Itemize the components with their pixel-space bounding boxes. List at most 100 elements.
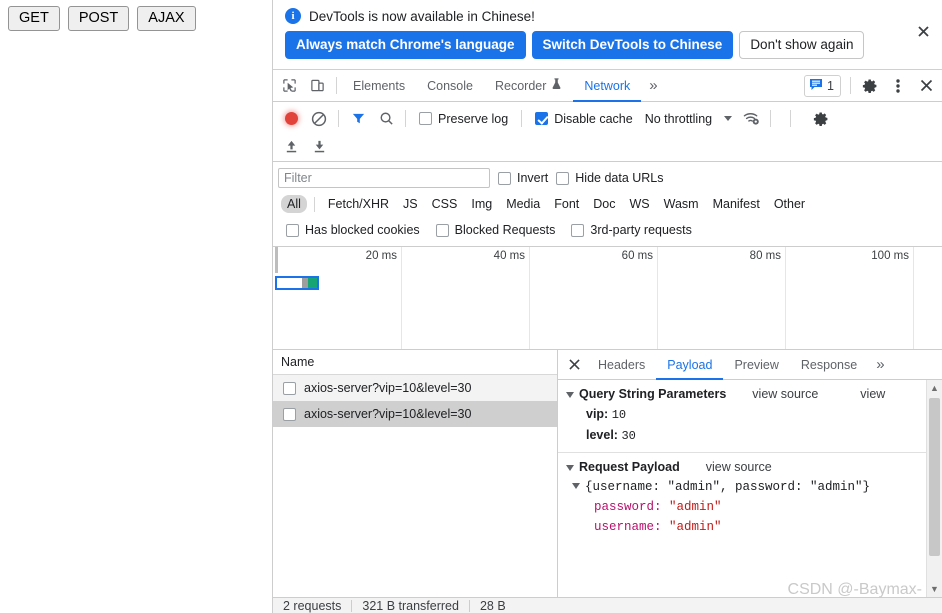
- ajax-button[interactable]: AJAX: [137, 6, 196, 31]
- type-filter-img[interactable]: Img: [465, 195, 498, 213]
- record-stop-icon[interactable]: [278, 106, 304, 132]
- close-details-icon[interactable]: [561, 352, 587, 378]
- invert-checkbox[interactable]: Invert: [498, 171, 548, 185]
- payload-scrollbar-thumb[interactable]: [929, 398, 940, 556]
- request-row-name: axios-server?vip=10&level=30: [304, 407, 472, 421]
- type-filter-js[interactable]: JS: [397, 195, 424, 213]
- close-devtools-icon[interactable]: [913, 73, 939, 99]
- tab-console[interactable]: Console: [416, 70, 484, 101]
- filter-funnel-icon[interactable]: [345, 106, 371, 132]
- has-blocked-cookies-box[interactable]: [286, 223, 299, 237]
- blocked-requests-checkbox[interactable]: Blocked Requests: [435, 223, 555, 237]
- tab-headers[interactable]: Headers: [587, 350, 656, 379]
- wifi-settings-icon[interactable]: [738, 106, 764, 132]
- host-page: GET POST AJAX: [0, 0, 272, 613]
- throttling-select[interactable]: No throttling: [644, 111, 733, 126]
- tab-headers-label: Headers: [598, 357, 646, 372]
- payload-view-source-link[interactable]: view source: [706, 460, 772, 474]
- query-view-source-link[interactable]: view source: [752, 387, 818, 401]
- scroll-down-arrow-icon[interactable]: ▼: [927, 581, 942, 597]
- type-filter-media[interactable]: Media: [500, 195, 546, 213]
- expand-triangle-icon[interactable]: [572, 483, 580, 489]
- tab-elements[interactable]: Elements: [342, 70, 416, 101]
- collapse-triangle-icon[interactable]: [566, 465, 574, 471]
- request-payload-object-row[interactable]: {username: "admin", password: "admin"}: [558, 477, 942, 497]
- details-more-tabs-icon[interactable]: »: [868, 356, 892, 373]
- hide-data-urls-box[interactable]: [556, 171, 570, 185]
- switch-devtools-to-chinese-button[interactable]: Switch DevTools to Chinese: [531, 31, 734, 59]
- filter-input[interactable]: [278, 168, 490, 188]
- payload-scrollbar[interactable]: ▲ ▼: [926, 380, 942, 597]
- type-filter-css[interactable]: CSS: [426, 195, 464, 213]
- network-overview-timeline[interactable]: 20 ms 40 ms 60 ms 80 ms 100 ms: [273, 247, 942, 350]
- third-party-requests-box[interactable]: [571, 223, 585, 237]
- tab-preview[interactable]: Preview: [723, 350, 789, 379]
- export-har-icon[interactable]: [306, 133, 332, 159]
- table-row[interactable]: axios-server?vip=10&level=30: [273, 375, 557, 401]
- collapse-triangle-icon[interactable]: [566, 392, 574, 398]
- type-filter-fetch-xhr[interactable]: Fetch/XHR: [322, 195, 395, 213]
- has-blocked-cookies-checkbox[interactable]: Has blocked cookies: [286, 223, 420, 237]
- type-filter-wasm[interactable]: Wasm: [658, 195, 705, 213]
- tab-recorder[interactable]: Recorder: [484, 70, 573, 101]
- search-icon[interactable]: [373, 106, 399, 132]
- request-payload-prop-username-key: username:: [594, 520, 662, 534]
- preserve-log-checkbox[interactable]: Preserve log: [419, 112, 508, 126]
- import-har-icon[interactable]: [278, 133, 304, 159]
- more-tabs-icon[interactable]: »: [641, 73, 665, 99]
- dont-show-again-button[interactable]: Don't show again: [739, 31, 865, 59]
- scroll-up-arrow-icon[interactable]: ▲: [927, 380, 942, 396]
- tab-console-label: Console: [427, 78, 473, 93]
- always-match-chrome-language-button[interactable]: Always match Chrome's language: [285, 31, 526, 59]
- close-icon[interactable]: [914, 22, 932, 40]
- tab-network-label: Network: [584, 78, 631, 93]
- post-button[interactable]: POST: [67, 6, 130, 31]
- request-row-checkbox[interactable]: [283, 381, 296, 395]
- overview-window-left-handle[interactable]: [275, 247, 278, 273]
- tab-network[interactable]: Network: [573, 70, 642, 102]
- toolbar-divider-3: [521, 110, 523, 127]
- clear-network-log-icon[interactable]: [306, 106, 332, 132]
- request-payload-prop-password-key: password:: [594, 500, 662, 514]
- request-details-panel: Headers Payload Preview Response » Query…: [558, 350, 942, 597]
- type-filter-all[interactable]: All: [281, 195, 307, 213]
- get-button[interactable]: GET: [8, 6, 60, 31]
- type-filter-ws[interactable]: WS: [623, 195, 655, 213]
- query-param-level-key: level:: [586, 428, 618, 442]
- locale-infobar: i DevTools is now available in Chinese! …: [273, 0, 942, 70]
- preserve-log-label: Preserve log: [438, 111, 509, 126]
- type-filter-doc[interactable]: Doc: [587, 195, 621, 213]
- network-settings-gear-icon[interactable]: [808, 106, 834, 132]
- request-payload-prop-username-value: "admin": [669, 520, 722, 534]
- disable-cache-checkbox[interactable]: Disable cache: [535, 112, 633, 126]
- invert-box[interactable]: [498, 171, 511, 185]
- blocked-requests-box[interactable]: [435, 223, 449, 237]
- tab-payload[interactable]: Payload: [656, 350, 724, 380]
- type-filter-other[interactable]: Other: [768, 195, 811, 213]
- status-resources: 28 B: [479, 598, 506, 613]
- overview-tick-100ms: 100 ms: [871, 250, 909, 262]
- toolbar-divider-5: [790, 110, 792, 127]
- issues-badge[interactable]: 1: [804, 74, 841, 97]
- request-payload-title: Request Payload: [579, 460, 680, 474]
- query-view-parsed-link[interactable]: view: [860, 387, 885, 401]
- kebab-menu-icon[interactable]: [885, 73, 911, 99]
- type-filter-font[interactable]: Font: [548, 195, 585, 213]
- table-row[interactable]: axios-server?vip=10&level=30: [273, 401, 557, 427]
- device-toolbar-icon[interactable]: [304, 73, 330, 99]
- devtools-tabstrip: Elements Console Recorder Network » 1: [273, 70, 942, 102]
- inspect-element-icon[interactable]: [276, 73, 302, 99]
- third-party-requests-checkbox[interactable]: 3rd-party requests: [571, 223, 692, 237]
- gear-icon[interactable]: [857, 73, 883, 99]
- request-row-checkbox[interactable]: [283, 407, 296, 421]
- tab-response[interactable]: Response: [790, 350, 868, 379]
- overview-request-bar[interactable]: [275, 276, 319, 290]
- preserve-log-box[interactable]: [419, 112, 432, 125]
- network-status-bar: 2 requests 321 B transferred 28 B: [273, 597, 942, 613]
- request-list-header[interactable]: Name: [273, 350, 557, 375]
- hide-data-urls-checkbox[interactable]: Hide data URLs: [556, 171, 664, 185]
- type-filter-manifest[interactable]: Manifest: [707, 195, 766, 213]
- disable-cache-box[interactable]: [535, 112, 549, 125]
- issues-count: 1: [827, 78, 834, 93]
- throttling-value: No throttling: [644, 111, 713, 126]
